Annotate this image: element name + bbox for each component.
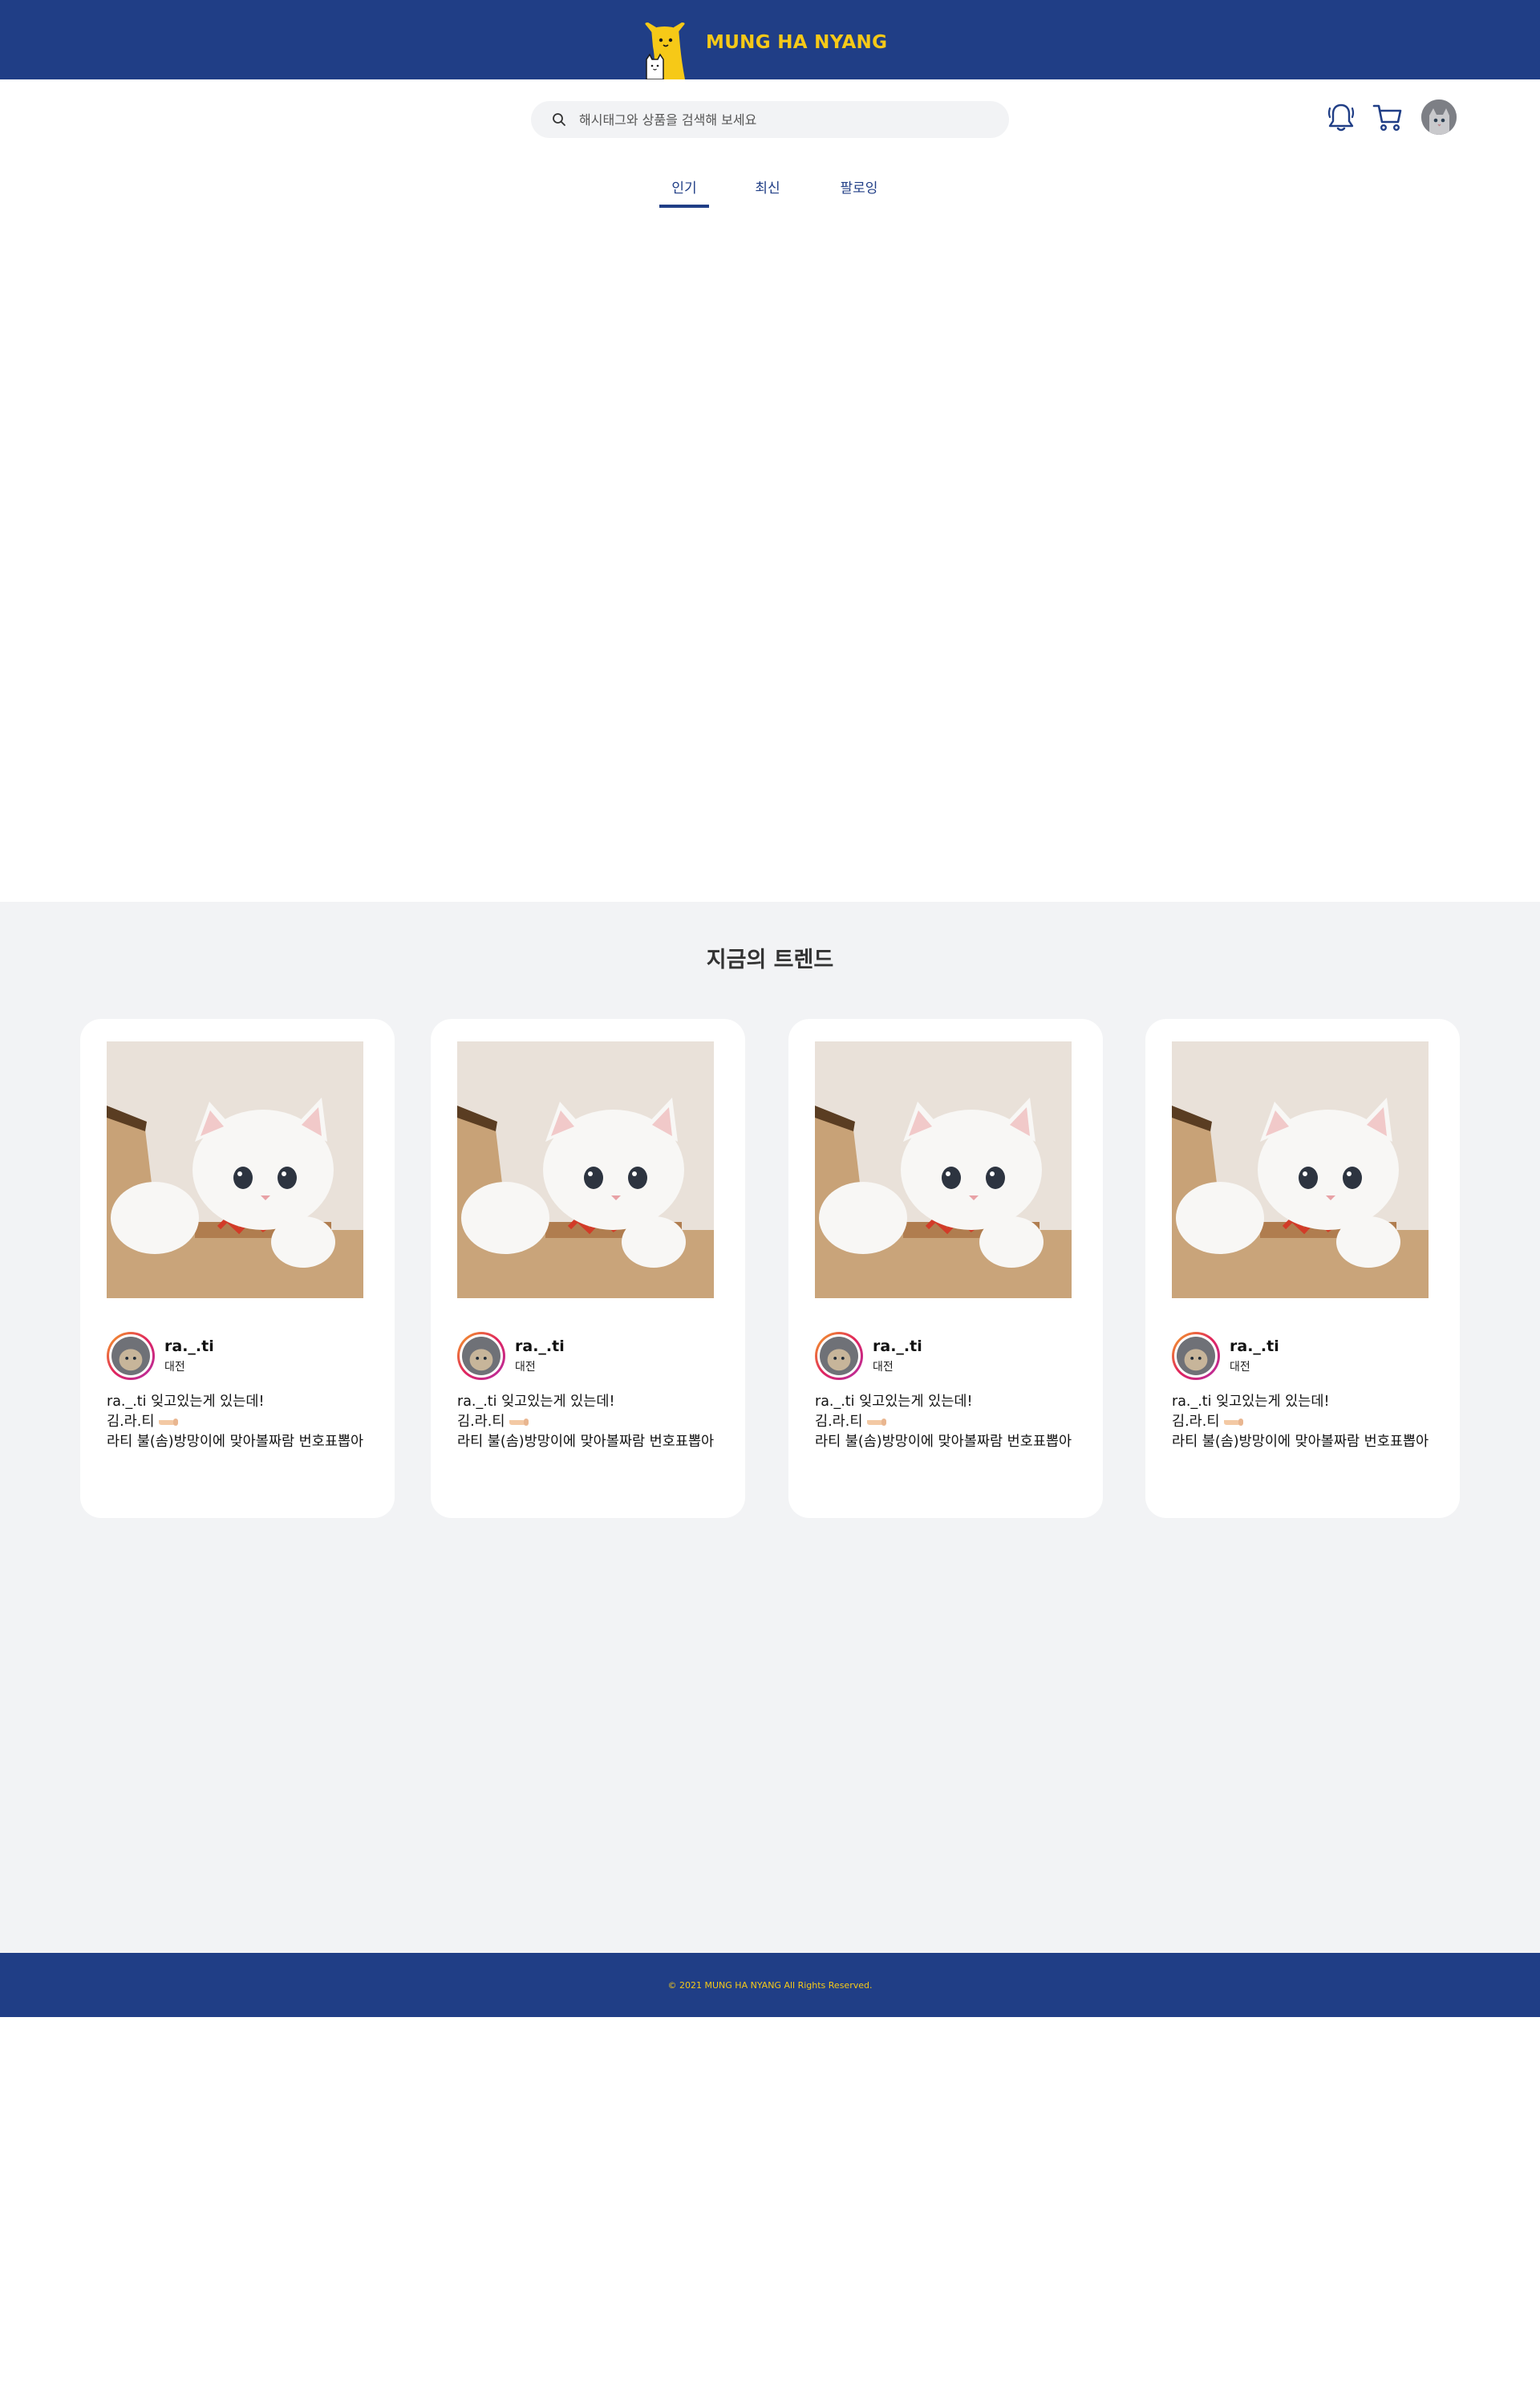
caption-line: 라티 불(솜)방망이에 맞아볼짜람 번호표뽑아	[107, 1434, 364, 1450]
post-author[interactable]: ra._.ti 대전	[107, 1332, 214, 1380]
header-actions	[1325, 99, 1457, 135]
caption-line: 라티 불(솜)방망이에 맞아볼짜람 번호표뽑아	[457, 1434, 715, 1450]
caption-line-with-emoji: 김.라.티	[1172, 1412, 1449, 1432]
site-footer: © 2021 MUNG HA NYANG All Rights Reserved…	[0, 1953, 1540, 2017]
post-caption: ra._.ti 잊고있는게 있는데! 김.라.티 라티 불(솜)방망이에 맞아볼…	[107, 1392, 383, 1452]
white-cat-photo	[457, 1041, 714, 1298]
author-username[interactable]: ra._.ti	[515, 1337, 565, 1355]
caption-line: 김.라.티	[815, 1414, 863, 1430]
white-cat-photo	[815, 1041, 1072, 1298]
brand-name: MUNG HA NYANG	[706, 32, 888, 53]
brand-logo-link[interactable]: MUNG HA NYANG	[642, 22, 887, 79]
profile-avatar[interactable]	[1421, 99, 1457, 135]
search-icon	[553, 113, 565, 126]
author-location: 대전	[164, 1361, 185, 1374]
post-image[interactable]	[1172, 1041, 1429, 1298]
caption-line: ra._.ti 잊고있는게 있는데!	[107, 1394, 265, 1410]
trend-section: 지금의 트렌드 ra._.ti 대전 ra._.ti 잊고있는게 있는데! 김.…	[0, 902, 1540, 1953]
white-cat-photo	[1172, 1041, 1429, 1298]
white-cat-photo	[107, 1041, 363, 1298]
pointing-hand-icon	[159, 1419, 179, 1426]
cat-avatar-icon	[1177, 1337, 1215, 1375]
caption-line-with-emoji: 김.라.티	[815, 1412, 1092, 1432]
author-location: 대전	[1230, 1361, 1250, 1374]
caption-line: 라티 불(솜)방망이에 맞아볼짜람 번호표뽑아	[1172, 1434, 1429, 1450]
trend-card[interactable]: ra._.ti 대전 ra._.ti 잊고있는게 있는데! 김.라.티 라티 불…	[80, 1019, 395, 1518]
tab-following[interactable]: 팔로잉	[829, 177, 889, 208]
trend-card[interactable]: ra._.ti 대전 ra._.ti 잊고있는게 있는데! 김.라.티 라티 불…	[1145, 1019, 1460, 1518]
caption-line-with-emoji: 김.라.티	[457, 1412, 734, 1432]
tab-popular[interactable]: 인기	[659, 177, 709, 208]
search-input[interactable]	[579, 112, 996, 128]
trend-card[interactable]: ra._.ti 대전 ra._.ti 잊고있는게 있는데! 김.라.티 라티 불…	[788, 1019, 1103, 1518]
pointing-hand-icon	[1224, 1419, 1244, 1426]
caption-line: ra._.ti 잊고있는게 있는데!	[1172, 1394, 1330, 1410]
caption-line: 김.라.티	[457, 1414, 505, 1430]
post-caption: ra._.ti 잊고있는게 있는데! 김.라.티 라티 불(솜)방망이에 맞아볼…	[1172, 1392, 1449, 1452]
cat-avatar-icon	[111, 1337, 150, 1375]
cat-avatar-icon	[820, 1337, 858, 1375]
tab-latest[interactable]: 최신	[748, 177, 788, 208]
caption-line: 김.라.티	[107, 1414, 155, 1430]
post-image[interactable]	[457, 1041, 714, 1298]
author-username[interactable]: ra._.ti	[1230, 1337, 1279, 1355]
notification-button[interactable]	[1325, 99, 1357, 135]
caption-line-with-emoji: 김.라.티	[107, 1412, 383, 1432]
author-avatar[interactable]	[1172, 1332, 1220, 1380]
top-header-bar: MUNG HA NYANG	[0, 0, 1540, 79]
copyright-text: © 2021 MUNG HA NYANG All Rights Reserved…	[667, 1979, 873, 1991]
author-username[interactable]: ra._.ti	[164, 1337, 214, 1355]
post-author[interactable]: ra._.ti 대전	[1172, 1332, 1279, 1380]
trend-card[interactable]: ra._.ti 대전 ra._.ti 잊고있는게 있는데! 김.라.티 라티 불…	[431, 1019, 745, 1518]
post-author[interactable]: ra._.ti 대전	[815, 1332, 922, 1380]
author-avatar[interactable]	[457, 1332, 505, 1380]
cart-button[interactable]	[1372, 99, 1404, 135]
cat-avatar-icon	[462, 1337, 500, 1375]
cart-icon	[1372, 104, 1402, 132]
caption-line: ra._.ti 잊고있는게 있는데!	[457, 1394, 615, 1410]
pointing-hand-icon	[867, 1419, 887, 1426]
search-bar[interactable]	[531, 101, 1009, 138]
cat-avatar-icon	[1421, 99, 1457, 135]
author-avatar[interactable]	[107, 1332, 155, 1380]
author-avatar[interactable]	[815, 1332, 863, 1380]
caption-line: ra._.ti 잊고있는게 있는데!	[815, 1394, 973, 1410]
bell-icon	[1327, 104, 1355, 132]
caption-line: 김.라.티	[1172, 1414, 1220, 1430]
author-location: 대전	[515, 1361, 536, 1374]
feed-tabs: 인기 최신 팔로잉	[659, 177, 889, 208]
pointing-hand-icon	[509, 1419, 529, 1426]
post-caption: ra._.ti 잊고있는게 있는데! 김.라.티 라티 불(솜)방망이에 맞아볼…	[815, 1392, 1092, 1452]
post-caption: ra._.ti 잊고있는게 있는데! 김.라.티 라티 불(솜)방망이에 맞아볼…	[457, 1392, 734, 1452]
author-location: 대전	[873, 1361, 894, 1374]
author-username[interactable]: ra._.ti	[873, 1337, 922, 1355]
caption-line: 라티 불(솜)방망이에 맞아볼짜람 번호표뽑아	[815, 1434, 1072, 1450]
post-image[interactable]	[107, 1041, 363, 1298]
post-author[interactable]: ra._.ti 대전	[457, 1332, 565, 1380]
trend-title: 지금의 트렌드	[706, 948, 834, 972]
dog-cat-logo-icon	[645, 22, 685, 79]
post-image[interactable]	[815, 1041, 1072, 1298]
